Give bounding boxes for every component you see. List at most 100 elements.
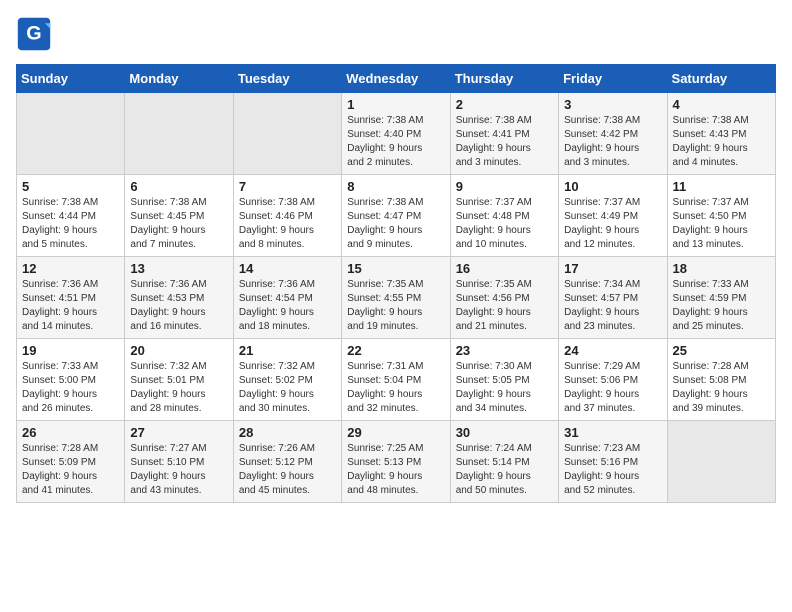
day-number: 5 [22, 179, 119, 194]
day-info: Sunrise: 7:37 AM Sunset: 4:48 PM Dayligh… [456, 196, 553, 252]
day-info: Sunrise: 7:36 AM Sunset: 4:54 PM Dayligh… [239, 278, 336, 334]
calendar-table: SundayMondayTuesdayWednesdayThursdayFrid… [16, 64, 776, 503]
day-info: Sunrise: 7:38 AM Sunset: 4:47 PM Dayligh… [347, 196, 444, 252]
day-info: Sunrise: 7:38 AM Sunset: 4:46 PM Dayligh… [239, 196, 336, 252]
day-info: Sunrise: 7:33 AM Sunset: 4:59 PM Dayligh… [673, 278, 770, 334]
day-number: 25 [673, 343, 770, 358]
day-number: 1 [347, 97, 444, 112]
day-info: Sunrise: 7:36 AM Sunset: 4:53 PM Dayligh… [130, 278, 227, 334]
calendar-cell: 7 Sunrise: 7:38 AM Sunset: 4:46 PM Daylig… [233, 175, 341, 257]
logo-icon: G [16, 16, 52, 52]
calendar-cell: 31 Sunrise: 7:23 AM Sunset: 5:16 PM Dayli… [559, 421, 667, 503]
day-number: 18 [673, 261, 770, 276]
day-number: 28 [239, 425, 336, 440]
calendar-cell: 10 Sunrise: 7:37 AM Sunset: 4:49 PM Dayli… [559, 175, 667, 257]
day-info: Sunrise: 7:33 AM Sunset: 5:00 PM Dayligh… [22, 360, 119, 416]
calendar-cell: 11Sunrise: 7:37 AM Sunset: 4:50 PM Dayli… [667, 175, 775, 257]
calendar-cell [233, 93, 341, 175]
day-info: Sunrise: 7:38 AM Sunset: 4:41 PM Dayligh… [456, 114, 553, 170]
day-info: Sunrise: 7:29 AM Sunset: 5:06 PM Dayligh… [564, 360, 661, 416]
calendar-cell: 21 Sunrise: 7:32 AM Sunset: 5:02 PM Dayli… [233, 339, 341, 421]
day-info: Sunrise: 7:23 AM Sunset: 5:16 PM Dayligh… [564, 442, 661, 498]
day-number: 15 [347, 261, 444, 276]
day-info: Sunrise: 7:28 AM Sunset: 5:08 PM Dayligh… [673, 360, 770, 416]
day-number: 2 [456, 97, 553, 112]
calendar-cell: 26 Sunrise: 7:28 AM Sunset: 5:09 PM Dayli… [17, 421, 125, 503]
day-info: Sunrise: 7:38 AM Sunset: 4:40 PM Dayligh… [347, 114, 444, 170]
day-info: Sunrise: 7:35 AM Sunset: 4:56 PM Dayligh… [456, 278, 553, 334]
day-info: Sunrise: 7:26 AM Sunset: 5:12 PM Dayligh… [239, 442, 336, 498]
calendar-cell: 22Sunrise: 7:31 AM Sunset: 5:04 PM Dayli… [342, 339, 450, 421]
day-number: 19 [22, 343, 119, 358]
day-info: Sunrise: 7:24 AM Sunset: 5:14 PM Dayligh… [456, 442, 553, 498]
calendar-cell: 12Sunrise: 7:36 AM Sunset: 4:51 PM Dayli… [17, 257, 125, 339]
logo: G [16, 16, 56, 52]
day-number: 13 [130, 261, 227, 276]
weekday-header-friday: Friday [559, 65, 667, 93]
calendar-cell: 30 Sunrise: 7:24 AM Sunset: 5:14 PM Dayli… [450, 421, 558, 503]
day-number: 30 [456, 425, 553, 440]
weekday-header-saturday: Saturday [667, 65, 775, 93]
day-number: 26 [22, 425, 119, 440]
calendar-cell: 8 Sunrise: 7:38 AM Sunset: 4:47 PM Daylig… [342, 175, 450, 257]
day-number: 21 [239, 343, 336, 358]
week-row-4: 19 Sunrise: 7:33 AM Sunset: 5:00 PM Dayli… [17, 339, 776, 421]
weekday-header-row: SundayMondayTuesdayWednesdayThursdayFrid… [17, 65, 776, 93]
day-number: 10 [564, 179, 661, 194]
weekday-header-wednesday: Wednesday [342, 65, 450, 93]
calendar-cell: 4Sunrise: 7:38 AM Sunset: 4:43 PM Daylig… [667, 93, 775, 175]
week-row-2: 5Sunrise: 7:38 AM Sunset: 4:44 PM Daylig… [17, 175, 776, 257]
calendar-cell: 14 Sunrise: 7:36 AM Sunset: 4:54 PM Dayli… [233, 257, 341, 339]
week-row-1: 1 Sunrise: 7:38 AM Sunset: 4:40 PM Daylig… [17, 93, 776, 175]
calendar-cell: 16 Sunrise: 7:35 AM Sunset: 4:56 PM Dayli… [450, 257, 558, 339]
day-info: Sunrise: 7:35 AM Sunset: 4:55 PM Dayligh… [347, 278, 444, 334]
day-number: 31 [564, 425, 661, 440]
calendar-cell [17, 93, 125, 175]
calendar-cell: 27Sunrise: 7:27 AM Sunset: 5:10 PM Dayli… [125, 421, 233, 503]
calendar-cell: 18 Sunrise: 7:33 AM Sunset: 4:59 PM Dayli… [667, 257, 775, 339]
day-number: 20 [130, 343, 227, 358]
calendar-cell: 13 Sunrise: 7:36 AM Sunset: 4:53 PM Dayli… [125, 257, 233, 339]
day-info: Sunrise: 7:28 AM Sunset: 5:09 PM Dayligh… [22, 442, 119, 498]
day-info: Sunrise: 7:37 AM Sunset: 4:49 PM Dayligh… [564, 196, 661, 252]
calendar-cell: 25 Sunrise: 7:28 AM Sunset: 5:08 PM Dayli… [667, 339, 775, 421]
calendar-cell: 1 Sunrise: 7:38 AM Sunset: 4:40 PM Daylig… [342, 93, 450, 175]
day-info: Sunrise: 7:27 AM Sunset: 5:10 PM Dayligh… [130, 442, 227, 498]
day-number: 3 [564, 97, 661, 112]
day-info: Sunrise: 7:32 AM Sunset: 5:01 PM Dayligh… [130, 360, 227, 416]
day-number: 14 [239, 261, 336, 276]
day-number: 16 [456, 261, 553, 276]
day-number: 29 [347, 425, 444, 440]
calendar-cell [667, 421, 775, 503]
calendar-cell: 24 Sunrise: 7:29 AM Sunset: 5:06 PM Dayli… [559, 339, 667, 421]
calendar-cell: 20 Sunrise: 7:32 AM Sunset: 5:01 PM Dayli… [125, 339, 233, 421]
day-number: 24 [564, 343, 661, 358]
calendar-cell: 28 Sunrise: 7:26 AM Sunset: 5:12 PM Dayli… [233, 421, 341, 503]
calendar-cell: 15 Sunrise: 7:35 AM Sunset: 4:55 PM Dayli… [342, 257, 450, 339]
day-info: Sunrise: 7:32 AM Sunset: 5:02 PM Dayligh… [239, 360, 336, 416]
page-header: G [16, 16, 776, 52]
day-number: 17 [564, 261, 661, 276]
weekday-header-sunday: Sunday [17, 65, 125, 93]
calendar-cell: 9 Sunrise: 7:37 AM Sunset: 4:48 PM Daylig… [450, 175, 558, 257]
day-info: Sunrise: 7:30 AM Sunset: 5:05 PM Dayligh… [456, 360, 553, 416]
weekday-header-monday: Monday [125, 65, 233, 93]
calendar-cell: 17 Sunrise: 7:34 AM Sunset: 4:57 PM Dayli… [559, 257, 667, 339]
calendar-cell: 2 Sunrise: 7:38 AM Sunset: 4:41 PM Daylig… [450, 93, 558, 175]
day-number: 23 [456, 343, 553, 358]
week-row-5: 26 Sunrise: 7:28 AM Sunset: 5:09 PM Dayli… [17, 421, 776, 503]
day-number: 7 [239, 179, 336, 194]
weekday-header-thursday: Thursday [450, 65, 558, 93]
day-info: Sunrise: 7:34 AM Sunset: 4:57 PM Dayligh… [564, 278, 661, 334]
day-info: Sunrise: 7:25 AM Sunset: 5:13 PM Dayligh… [347, 442, 444, 498]
calendar-cell: 29 Sunrise: 7:25 AM Sunset: 5:13 PM Dayli… [342, 421, 450, 503]
day-number: 22 [347, 343, 444, 358]
week-row-3: 12Sunrise: 7:36 AM Sunset: 4:51 PM Dayli… [17, 257, 776, 339]
day-number: 8 [347, 179, 444, 194]
day-info: Sunrise: 7:36 AM Sunset: 4:51 PM Dayligh… [22, 278, 119, 334]
calendar-cell: 5Sunrise: 7:38 AM Sunset: 4:44 PM Daylig… [17, 175, 125, 257]
day-info: Sunrise: 7:38 AM Sunset: 4:45 PM Dayligh… [130, 196, 227, 252]
svg-text:G: G [26, 22, 41, 44]
day-number: 9 [456, 179, 553, 194]
day-number: 4 [673, 97, 770, 112]
